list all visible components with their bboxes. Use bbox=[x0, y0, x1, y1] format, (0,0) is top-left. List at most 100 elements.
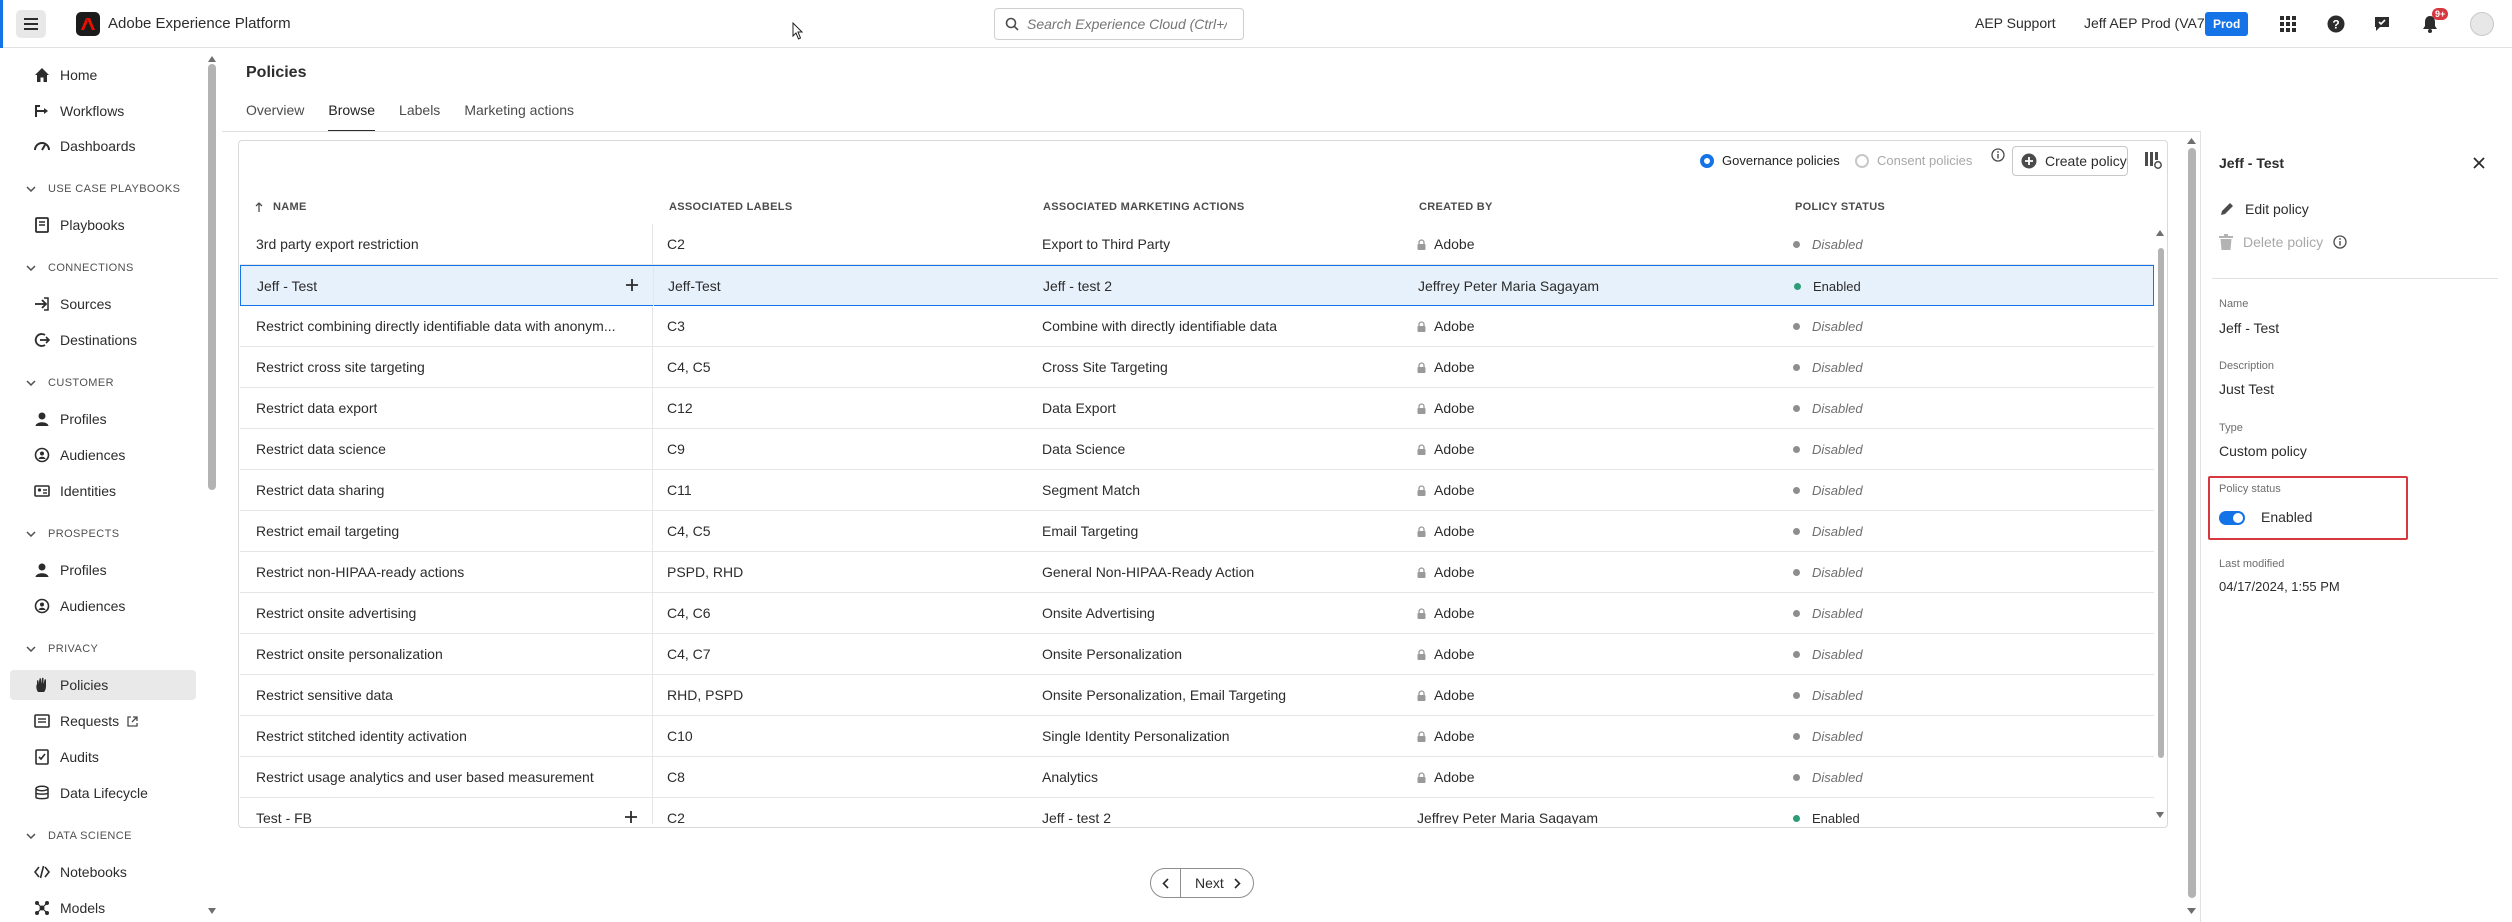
code-icon bbox=[34, 865, 50, 879]
table-row[interactable]: Restrict onsite advertising C4, C6 Onsite … bbox=[240, 593, 2154, 634]
nav-section-privacy[interactable]: PRIVACY bbox=[26, 639, 98, 659]
adobe-logo-icon[interactable] bbox=[76, 12, 100, 36]
column-header-labels[interactable]: ASSOCIATED LABELS bbox=[669, 201, 792, 213]
nav-data-lifecycle[interactable]: Data Lifecycle bbox=[10, 778, 196, 808]
nav-section-data-science[interactable]: DATA SCIENCE bbox=[26, 826, 132, 846]
nav-section-connections[interactable]: CONNECTIONS bbox=[26, 258, 134, 278]
tab-marketing-actions[interactable]: Marketing actions bbox=[464, 102, 574, 132]
nav-policies-label: Policies bbox=[60, 677, 109, 693]
next-page-button[interactable]: Next bbox=[1181, 869, 1253, 897]
table-scrollbar[interactable] bbox=[2158, 248, 2164, 758]
table-row[interactable]: Restrict data export C12 Data Export Adobe D… bbox=[240, 388, 2154, 429]
search-box[interactable] bbox=[994, 8, 1244, 40]
table-scroll-down-icon[interactable] bbox=[2156, 812, 2164, 818]
created-by-cell: Adobe bbox=[1417, 634, 1474, 674]
nav-section-prospects[interactable]: PROSPECTS bbox=[26, 524, 119, 544]
table-row[interactable]: Restrict data science C9 Data Science Adobe… bbox=[240, 429, 2154, 470]
table-row[interactable]: Restrict cross site targeting C4, C5 Cross… bbox=[240, 347, 2154, 388]
scroll-up-arrow-icon[interactable] bbox=[208, 56, 216, 62]
table-row[interactable]: Restrict data sharing C11 Segment Match Ado… bbox=[240, 470, 2154, 511]
name-field-label: Name bbox=[2219, 298, 2249, 310]
table-row[interactable]: Restrict onsite personalization C4, C7 Ons… bbox=[240, 634, 2154, 675]
delete-policy-button[interactable]: Delete policy bbox=[2219, 234, 2357, 250]
column-header-marketing-actions[interactable]: ASSOCIATED MARKETING ACTIONS bbox=[1043, 201, 1245, 213]
table-row[interactable]: Test - FB C2 Jeff - test 2 Jeffrey Peter Ma… bbox=[240, 798, 2154, 824]
create-policy-button[interactable]: Create policy bbox=[2012, 146, 2128, 176]
tab-overview[interactable]: Overview bbox=[246, 102, 304, 132]
nav-identities[interactable]: Identities bbox=[10, 476, 196, 506]
table-row[interactable]: Restrict usage analytics and user based … bbox=[240, 757, 2154, 798]
table-row[interactable]: Restrict stitched identity activation C10… bbox=[240, 716, 2154, 757]
marketing-actions-cell: Cross Site Targeting bbox=[1042, 359, 1168, 375]
table-row[interactable]: Restrict sensitive data RHD, PSPD Onsite P… bbox=[240, 675, 2154, 716]
nav-section-customer[interactable]: CUSTOMER bbox=[26, 373, 114, 393]
app-title[interactable]: Adobe Experience Platform bbox=[108, 15, 291, 32]
marketing-actions-cell: Data Export bbox=[1042, 400, 1116, 416]
nav-sources[interactable]: Sources bbox=[10, 289, 196, 319]
edit-policy-button[interactable]: Edit policy bbox=[2219, 201, 2309, 217]
policy-status-toggle[interactable] bbox=[2219, 511, 2245, 525]
nav-dashboards[interactable]: Dashboards bbox=[10, 131, 196, 161]
scroll-down-arrow-icon[interactable] bbox=[208, 908, 216, 914]
nav-audits[interactable]: Audits bbox=[10, 742, 196, 772]
nav-prospect-audiences[interactable]: Audiences bbox=[10, 591, 196, 621]
nav-home[interactable]: Home bbox=[10, 60, 196, 90]
tab-browse[interactable]: Browse bbox=[328, 102, 375, 132]
nav-section-prospects-label: PROSPECTS bbox=[48, 528, 120, 540]
previous-page-button[interactable] bbox=[1151, 869, 1181, 897]
environment-badge[interactable]: Prod bbox=[2205, 12, 2249, 36]
user-avatar[interactable] bbox=[2470, 12, 2494, 36]
nav-section-playbooks[interactable]: USE CASE PLAYBOOKS bbox=[26, 179, 180, 199]
nav-section-customer-label: CUSTOMER bbox=[48, 377, 114, 389]
column-header-name[interactable]: NAME bbox=[255, 201, 307, 213]
notifications-bell-icon[interactable]: 9+ bbox=[2418, 8, 2449, 36]
expand-plus-icon[interactable] bbox=[624, 810, 638, 824]
main-scrollbar[interactable] bbox=[2188, 148, 2196, 898]
tab-labels[interactable]: Labels bbox=[399, 102, 440, 132]
table-row[interactable]: Restrict non-HIPAA-ready actions PSPD, RH… bbox=[240, 552, 2154, 593]
feedback-icon[interactable] bbox=[2370, 12, 2394, 36]
consent-policies-radio[interactable]: Consent policies bbox=[1855, 153, 1972, 168]
sort-ascending-icon bbox=[255, 202, 263, 212]
org-switcher[interactable]: Jeff AEP Prod (VA7) bbox=[2084, 15, 2209, 31]
column-settings-icon[interactable] bbox=[2144, 151, 2162, 169]
nav-playbooks[interactable]: Playbooks bbox=[10, 210, 196, 240]
search-input[interactable] bbox=[1027, 16, 1227, 32]
nav-policies[interactable]: Policies bbox=[10, 670, 196, 700]
edit-pencil-icon bbox=[2221, 203, 2233, 215]
accent-edge bbox=[0, 0, 3, 48]
main-scroll-up-icon[interactable] bbox=[2187, 138, 2196, 144]
nav-requests[interactable]: Requests bbox=[10, 706, 196, 736]
table-scroll-up-icon[interactable] bbox=[2156, 230, 2164, 236]
nav-models[interactable]: Models bbox=[10, 893, 196, 922]
table-row[interactable]: Restrict email targeting C4, C5 Email Targ… bbox=[240, 511, 2154, 552]
status-dot bbox=[1793, 240, 1800, 248]
governance-policies-radio[interactable]: Governance policies bbox=[1700, 153, 1840, 168]
column-separator bbox=[653, 266, 654, 306]
nav-notebooks[interactable]: Notebooks bbox=[10, 857, 196, 887]
info-icon[interactable] bbox=[1991, 148, 2005, 162]
apps-grid-icon[interactable] bbox=[2276, 12, 2300, 36]
column-header-created-by[interactable]: CREATED BY bbox=[1419, 201, 1493, 213]
nav-data-lifecycle-label: Data Lifecycle bbox=[60, 785, 148, 801]
expand-plus-icon[interactable] bbox=[625, 278, 639, 292]
info-icon[interactable] bbox=[2333, 235, 2347, 249]
main-scroll-down-icon[interactable] bbox=[2187, 908, 2196, 914]
status-dot bbox=[1793, 568, 1800, 576]
aep-support-link[interactable]: AEP Support bbox=[1975, 15, 2056, 31]
column-header-policy-status[interactable]: POLICY STATUS bbox=[1795, 201, 1885, 213]
sidebar-scrollbar[interactable] bbox=[208, 64, 216, 490]
help-icon[interactable]: ? bbox=[2324, 12, 2348, 36]
nav-audiences[interactable]: Audiences bbox=[10, 440, 196, 470]
nav-workflows[interactable]: Workflows bbox=[10, 96, 196, 126]
table-row[interactable]: Restrict combining directly identifiable… bbox=[240, 306, 2154, 347]
nav-profiles[interactable]: Profiles bbox=[10, 404, 196, 434]
last-modified-label: Last modified bbox=[2219, 558, 2285, 570]
marketing-actions-cell: General Non-HIPAA-Ready Action bbox=[1042, 564, 1255, 580]
nav-prospect-profiles[interactable]: Profiles bbox=[10, 555, 196, 585]
close-icon[interactable] bbox=[2472, 156, 2486, 170]
nav-destinations[interactable]: Destinations bbox=[10, 325, 196, 355]
table-row[interactable]: 3rd party export restriction C2 Export to … bbox=[240, 224, 2154, 265]
hamburger-menu-button[interactable] bbox=[16, 10, 46, 38]
table-row[interactable]: Jeff - Test Jeff-Test Jeff - test 2 Jeffrey… bbox=[240, 265, 2154, 306]
